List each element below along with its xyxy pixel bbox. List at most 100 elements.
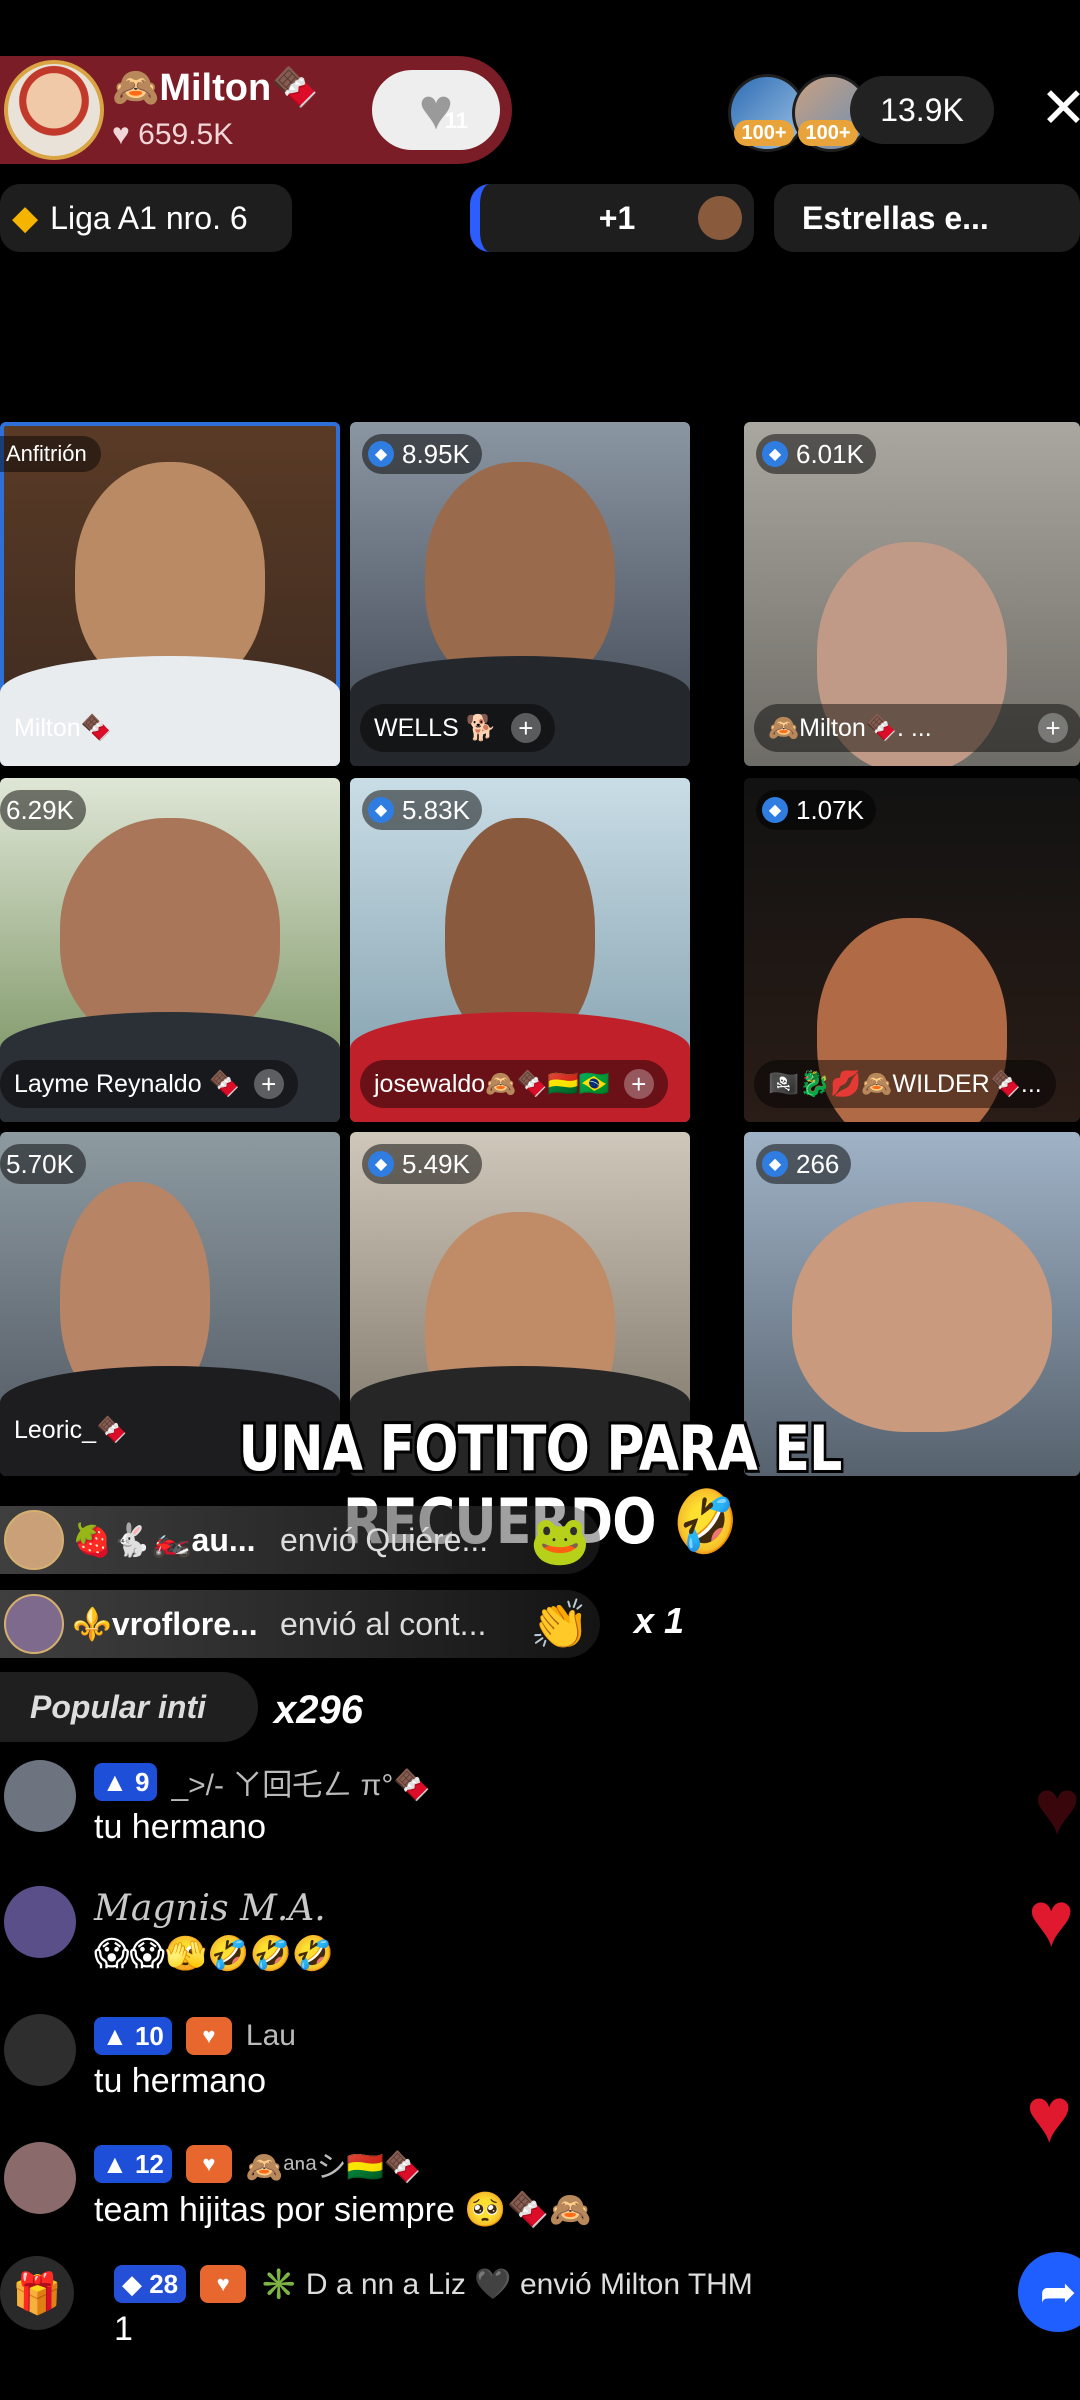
top-viewer-badge: 100+ [734,120,794,146]
host-label: Anfitrión [0,436,101,472]
gem-icon: ◆ [368,441,394,467]
follow-count: 11 [444,108,468,133]
score-badge: ◆ 6.01K [756,434,876,474]
comment-meta: ◆ 28 ♥ ✳️ D a nn a Liz 🖤 envió Milton TH… [114,2264,753,2304]
level-badge: ▲ 9 [94,1763,158,1801]
participant-name-tag: Layme Reynaldo 🍫 + [0,1060,298,1108]
comment-text: team hijitas por siempre 🥺🍫🙈 [94,2191,592,2229]
gem-icon: ◆ [762,1151,788,1177]
league-rank-pill[interactable]: ◆ Liga A1 nro. 6 [0,184,292,252]
commenter-name: 🙈ᵃⁿᵃシ🇧🇴🍫 [245,2151,422,2184]
gem-icon: ◆ [368,1151,394,1177]
host-likes: ♥ 659.5K [112,118,234,151]
add-icon[interactable]: + [1038,713,1068,743]
level-value: 9 [134,1766,150,1797]
popular-banner[interactable]: Popular inti [0,1672,258,1742]
avatar [4,1510,64,1570]
score-badge: 5.70K [0,1144,86,1184]
gift-combo: x 1 [634,1600,685,1641]
score-value: 5.83K [402,794,470,825]
level-badge: ▲ 10 [94,2017,172,2055]
participant-name: 🙈Milton🍫. ... [768,713,932,742]
fan-badge-icon: ♥ [200,2265,247,2303]
gift-banner[interactable]: ⚜️vroflore... envió al cont... 👏 [0,1590,600,1658]
score-value: 6.01K [796,438,864,469]
commenter-name: _>/- ㄚ回乇ㄥ π°🍫 [171,1769,431,1802]
level-badge: ▲ 12 [94,2145,172,2183]
diamond-icon: ◆ [12,199,39,237]
gift-banner[interactable]: 🍓🐇🏍️au... envió Quiére... 🐸 [0,1506,600,1574]
level-value: 12 [134,2148,164,2179]
level-value: 10 [134,2020,164,2051]
heart-icon: ♥ [1026,2071,1073,2159]
comment-meta: Magnis M.A. [94,1887,326,1929]
video-tile[interactable]: ◆ 8.95K WELLS 🐕 + [350,422,690,766]
participant-name-tag: josewaldo🙈🍫🇧🇴🇧🇷 + [360,1060,668,1108]
video-tile[interactable]: 6.29K Layme Reynaldo 🍫 + [0,778,340,1122]
host-avatar[interactable] [4,60,104,160]
comment-meta: ▲ 10 ♥ Lau [94,2016,296,2056]
participant-name-tag: 🙈Milton🍫. ... + [754,704,1080,752]
gift-description: envió Quiére... [280,1521,489,1558]
heart-icon: ♥ [1028,1875,1075,1963]
follow-button[interactable]: ♥ 11 [372,70,500,150]
gift-box-icon[interactable]: 🎁 [0,2256,74,2330]
add-icon[interactable]: + [253,1069,284,1099]
participant-name: 🏴‍☠️🐉💋🙈WILDER🍫... [768,1069,1042,1098]
score-value: 266 [796,1148,840,1179]
video-tile-host[interactable]: Anfitrión Milton🍫 [0,422,340,766]
fan-badge-icon: ♥ [185,2145,232,2183]
popular-combo: x296 [274,1688,363,1732]
comment-meta: ▲ 9 _>/- ㄚ回乇ㄥ π°🍫 [94,1762,431,1802]
add-icon[interactable]: + [510,713,541,743]
stars-event-label: Estrellas e... [802,199,989,236]
share-icon[interactable]: ➦ [1018,2252,1080,2332]
plus-count: +1 [598,199,636,236]
participant-video [792,1202,1052,1432]
participant-name: Milton🍫 [14,713,112,742]
add-icon[interactable]: + [623,1069,654,1099]
stars-event-pill[interactable]: Estrellas e... [774,184,1080,252]
mini-avatar [698,196,742,240]
participant-name: WELLS 🐕 [374,713,497,742]
gem-icon: ◆ [762,441,788,467]
host-name: 🙈Milton🍫 [112,67,319,109]
gift-description: envió al cont... [280,1605,487,1642]
gift-sender: 🍓🐇🏍️au... [72,1522,256,1558]
participant-name: josewaldo🙈🍫🇧🇴🇧🇷 [374,1069,610,1098]
participant-name-tag: WELLS 🐕 + [360,704,555,752]
video-tile[interactable]: ◆ 5.83K josewaldo🙈🍫🇧🇴🇧🇷 + [350,778,690,1122]
score-value: 5.49K [402,1148,470,1179]
avatar [4,2014,76,2086]
video-tile[interactable]: ◆ 1.07K 🏴‍☠️🐉💋🙈WILDER🍫... [744,778,1080,1122]
score-badge: ◆ 5.49K [362,1144,482,1184]
avatar [4,1594,64,1654]
gift-icon: 👏 [530,1598,590,1652]
viewer-count[interactable]: 13.9K [850,76,994,144]
gift-icon: 🐸 [530,1514,590,1568]
avatar [4,1760,76,1832]
avatar [4,2142,76,2214]
avatar [4,1886,76,1958]
participant-name-tag: 🏴‍☠️🐉💋🙈WILDER🍫... [754,1060,1056,1108]
heart-icon: ♥ [1034,1763,1080,1851]
commenter-name: ✳️ D a nn a Liz 🖤 envió Milton THM [260,2267,753,2301]
comment-text: 1 [114,2310,133,2348]
level-value: 28 [149,2268,179,2299]
comment-text: 😱😱🫣🤣🤣🤣 [94,1935,335,1973]
commenter-name: Lau [245,2019,296,2052]
plus-viewers-pill[interactable]: +1 [470,184,754,252]
close-icon[interactable]: ✕ [1040,80,1080,136]
gem-icon: ◆ [368,797,394,823]
score-badge: ◆ 8.95K [362,434,482,474]
comment-text: tu hermano [94,1808,266,1846]
fan-badge-icon: ♥ [185,2017,232,2055]
score-badge: 6.29K [0,790,86,830]
comment-meta: ▲ 12 ♥ 🙈ᵃⁿᵃシ🇧🇴🍫 [94,2144,421,2184]
video-tile[interactable]: ◆ 6.01K 🙈Milton🍫. ... + [744,422,1080,766]
score-value: 6.29K [6,794,74,825]
score-badge: ◆ 5.83K [362,790,482,830]
commenter-name: Magnis M.A. [94,1887,326,1929]
score-badge: ◆ 266 [756,1144,852,1184]
league-rank-label: Liga A1 nro. 6 [50,199,248,236]
